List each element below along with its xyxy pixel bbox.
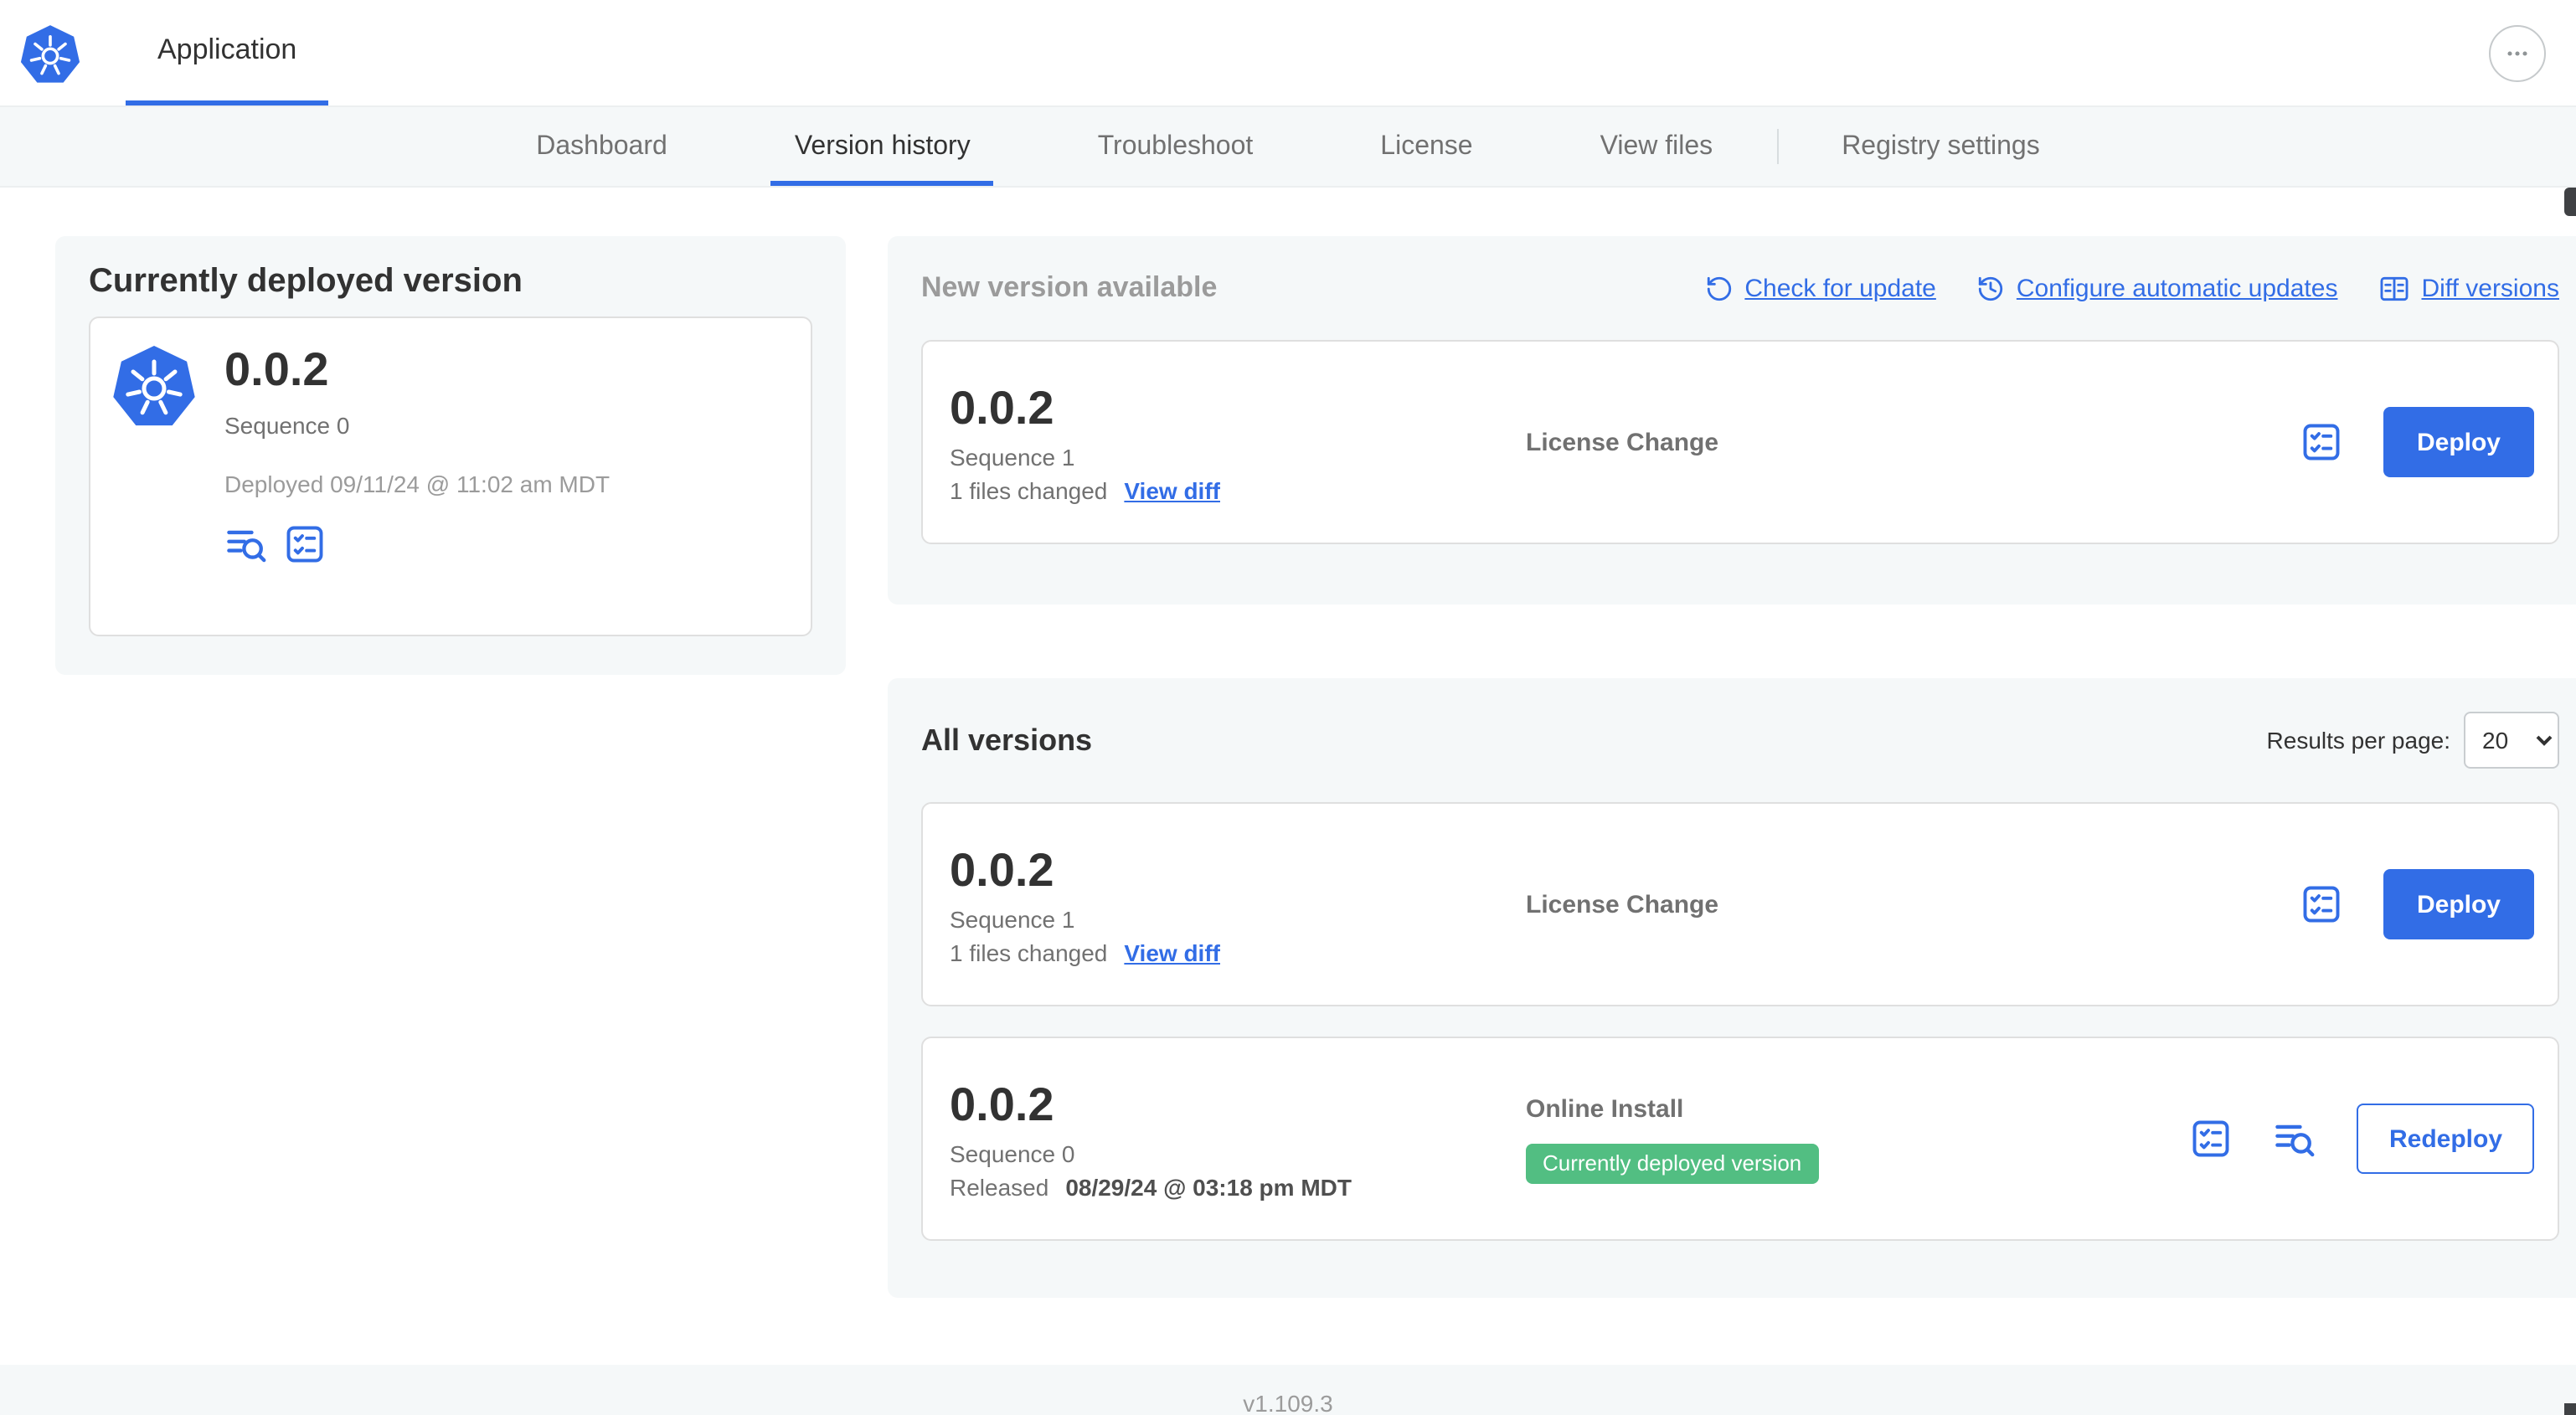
preflight-checks-button[interactable]: [283, 522, 327, 566]
pagination-controls: Results per page: 20: [2267, 712, 2559, 769]
version-source-label: License Change: [1526, 428, 1719, 456]
files-changed-label: 1 files changed: [950, 939, 1108, 965]
current-version-number: 0.0.2: [224, 343, 329, 395]
app-root: Application Dashboard Version history Tr…: [0, 0, 2576, 1415]
version-source: License Change: [1526, 890, 2300, 918]
checklist-icon: [2300, 882, 2343, 926]
version-actions: Deploy: [2300, 407, 2534, 477]
tab-version-history[interactable]: Version history: [731, 107, 1034, 186]
files-changed-row: 1 files changed View diff: [950, 476, 1526, 503]
version-info: 0.0.2 Sequence 1 1 files changed View di…: [950, 843, 1526, 965]
current-version-deployed-timestamp: Deployed 09/11/24 @ 11:02 am MDT: [224, 471, 611, 497]
preflight-checks-button[interactable]: [2190, 1117, 2233, 1160]
version-row: 0.0.2 Sequence 1 1 files changed View di…: [921, 802, 2559, 1006]
deploy-button[interactable]: Deploy: [2383, 407, 2534, 477]
scrollbar-corner: [2564, 1403, 2576, 1415]
deploy-button[interactable]: Deploy: [2383, 869, 2534, 939]
configure-automatic-updates-label: Configure automatic updates: [2016, 274, 2338, 302]
files-changed-label: 1 files changed: [950, 476, 1108, 503]
check-for-update-label: Check for update: [1744, 274, 1936, 302]
version-row: 0.0.2 Sequence 0 Released 08/29/24 @ 03:…: [921, 1037, 2559, 1241]
current-version-panel: 0.0.2 Sequence 0 Deployed 09/11/24 @ 11:…: [89, 316, 812, 636]
logs-icon: [224, 522, 268, 566]
version-number: 0.0.2: [950, 1078, 1054, 1129]
version-info: 0.0.2 Sequence 0 Released 08/29/24 @ 03:…: [950, 1078, 1526, 1200]
checklist-icon: [283, 522, 327, 566]
app-tab-application[interactable]: Application: [126, 0, 329, 105]
diff-versions-label: Diff versions: [2421, 274, 2559, 302]
update-actions: Check for update Configure automatic upd…: [1704, 272, 2559, 304]
version-number: 0.0.2: [950, 381, 1054, 433]
checklist-icon: [2190, 1117, 2233, 1160]
tab-view-files[interactable]: View files: [1537, 107, 1777, 186]
checklist-icon: [2300, 420, 2343, 464]
logs-icon: [2274, 1117, 2317, 1160]
version-info: 0.0.2 Sequence 1 1 files changed View di…: [950, 381, 1526, 503]
current-version-sequence: Sequence 0: [224, 412, 350, 439]
all-versions-card: All versions Results per page: 20 0.0.2 …: [888, 678, 2576, 1298]
tab-license[interactable]: License: [1316, 107, 1536, 186]
app-nav-tabs: Dashboard Version history Troubleshoot L…: [0, 107, 2576, 188]
version-source-label: License Change: [1526, 890, 1719, 918]
current-version-details: 0.0.2 Sequence 0 Deployed 09/11/24 @ 11:…: [224, 343, 610, 610]
clock-refresh-icon: [1976, 274, 2005, 302]
kubernetes-app-icon: [112, 343, 196, 427]
tab-registry-settings[interactable]: Registry settings: [1778, 107, 2104, 186]
version-source: License Change: [1526, 428, 2300, 456]
view-deploy-logs-button[interactable]: [2274, 1117, 2317, 1160]
top-header: Application: [0, 0, 2576, 107]
console-version-label: v1.109.3: [1243, 1390, 1333, 1415]
all-versions-title: All versions: [921, 723, 1093, 756]
tab-troubleshoot[interactable]: Troubleshoot: [1034, 107, 1317, 186]
scrollbar-thumb[interactable]: [2564, 188, 2576, 216]
version-sequence: Sequence 0: [950, 1140, 1075, 1166]
version-sequence: Sequence 1: [950, 443, 1075, 470]
preflight-checks-button[interactable]: [2300, 420, 2343, 464]
currently-deployed-title: Currently deployed version: [89, 263, 523, 300]
version-number: 0.0.2: [950, 843, 1054, 895]
files-changed-row: 1 files changed View diff: [950, 939, 1526, 965]
view-diff-link[interactable]: View diff: [1124, 939, 1220, 965]
released-label: Released: [950, 1173, 1049, 1200]
released-timestamp: 08/29/24 @ 03:18 pm MDT: [1065, 1173, 1352, 1200]
check-for-update-link[interactable]: Check for update: [1704, 274, 1936, 302]
results-per-page-label: Results per page:: [2266, 727, 2450, 754]
ellipsis-icon: [2502, 38, 2532, 68]
refresh-icon: [1704, 274, 1733, 302]
version-source: Online Install Currently deployed versio…: [1526, 1094, 2190, 1183]
all-versions-header: All versions Results per page: 20: [921, 712, 2559, 769]
diff-table-icon: [2378, 272, 2409, 304]
version-actions: Redeploy: [2190, 1104, 2534, 1174]
released-row: Released 08/29/24 @ 03:18 pm MDT: [950, 1173, 1526, 1200]
version-actions: Deploy: [2300, 869, 2534, 939]
results-per-page-select[interactable]: 20: [2464, 712, 2559, 769]
view-diff-link[interactable]: View diff: [1124, 476, 1220, 503]
diff-versions-link[interactable]: Diff versions: [2378, 272, 2559, 304]
version-sequence: Sequence 1: [950, 905, 1075, 932]
new-version-header: New version available Check for update C…: [921, 270, 2559, 306]
tab-dashboard[interactable]: Dashboard: [472, 107, 731, 186]
configure-automatic-updates-link[interactable]: Configure automatic updates: [1976, 274, 2338, 302]
currently-deployed-badge: Currently deployed version: [1526, 1143, 1819, 1183]
app-footer: v1.109.3: [0, 1365, 2576, 1415]
currently-deployed-card: Currently deployed version 0.0.2 Sequenc…: [55, 236, 846, 675]
new-version-row: 0.0.2 Sequence 1 1 files changed View di…: [921, 340, 2559, 544]
view-deploy-logs-button[interactable]: [224, 522, 268, 566]
kubernetes-app-icon: [20, 23, 80, 84]
preflight-checks-button[interactable]: [2300, 882, 2343, 926]
overflow-menu-button[interactable]: [2489, 24, 2546, 81]
new-version-title: New version available: [921, 271, 1218, 303]
current-version-actions: [224, 522, 610, 566]
redeploy-button[interactable]: Redeploy: [2357, 1104, 2534, 1174]
version-source-label: Online Install: [1526, 1094, 1684, 1123]
new-version-card: New version available Check for update C…: [888, 236, 2576, 605]
